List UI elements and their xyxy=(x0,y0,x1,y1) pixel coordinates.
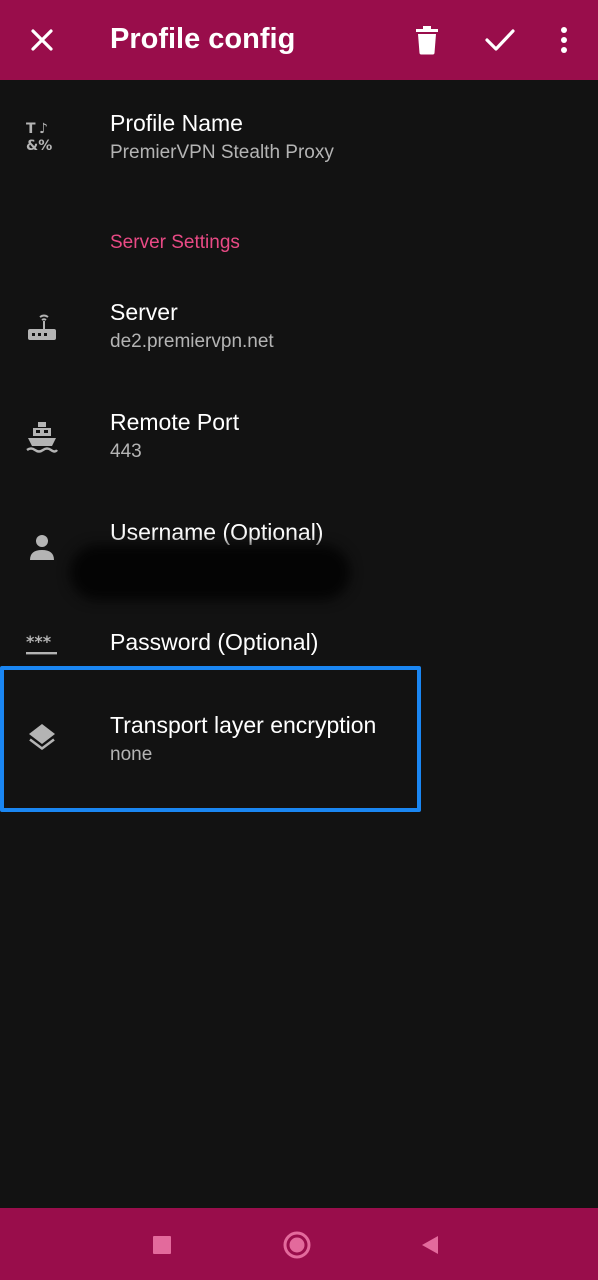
page-title: Profile config xyxy=(110,23,296,55)
remote-port-title: Remote Port xyxy=(110,409,240,435)
svg-text:&%: &% xyxy=(26,138,52,152)
username-title: Username (Optional) xyxy=(110,519,324,545)
server-title: Server xyxy=(110,299,178,325)
text-format-icon: T ♪ &% xyxy=(20,113,64,157)
toolbar: Profile config xyxy=(0,0,598,80)
router-icon xyxy=(20,305,64,349)
trash-icon[interactable] xyxy=(399,12,455,68)
svg-text:***: *** xyxy=(26,633,52,651)
close-icon[interactable] xyxy=(14,12,70,68)
svg-text:T: T xyxy=(26,121,36,137)
selection-highlight xyxy=(0,666,421,812)
more-vert-icon[interactable] xyxy=(536,12,592,68)
square-icon[interactable] xyxy=(137,1220,187,1270)
system-navbar xyxy=(0,1208,598,1280)
check-icon[interactable] xyxy=(472,12,528,68)
ship-icon xyxy=(20,415,64,459)
password-preference[interactable]: *** Password (Optional) xyxy=(0,610,598,666)
remote-port-preference[interactable]: Remote Port 443 xyxy=(0,390,598,500)
app-root: Profile config T ♪ &% Profile Name Premi… xyxy=(0,0,598,1280)
password-title: Password (Optional) xyxy=(110,629,319,655)
redacted-username-value xyxy=(70,545,350,600)
profile-name-title: Profile Name xyxy=(110,110,243,136)
server-settings-category: Server Settings xyxy=(110,232,240,253)
triangle-back-icon[interactable] xyxy=(405,1220,455,1270)
server-preference[interactable]: Server de2.premiervpn.net xyxy=(0,280,598,390)
svg-text:♪: ♪ xyxy=(39,121,48,137)
profile-name-preference[interactable]: T ♪ &% Profile Name PremierVPN Stealth P… xyxy=(0,80,598,230)
circle-icon[interactable] xyxy=(272,1220,322,1270)
remote-port-value: 443 xyxy=(110,441,142,462)
person-icon xyxy=(20,525,64,569)
server-value: de2.premiervpn.net xyxy=(110,331,274,352)
profile-name-value: PremierVPN Stealth Proxy xyxy=(110,142,334,163)
password-icon: *** xyxy=(20,623,64,667)
